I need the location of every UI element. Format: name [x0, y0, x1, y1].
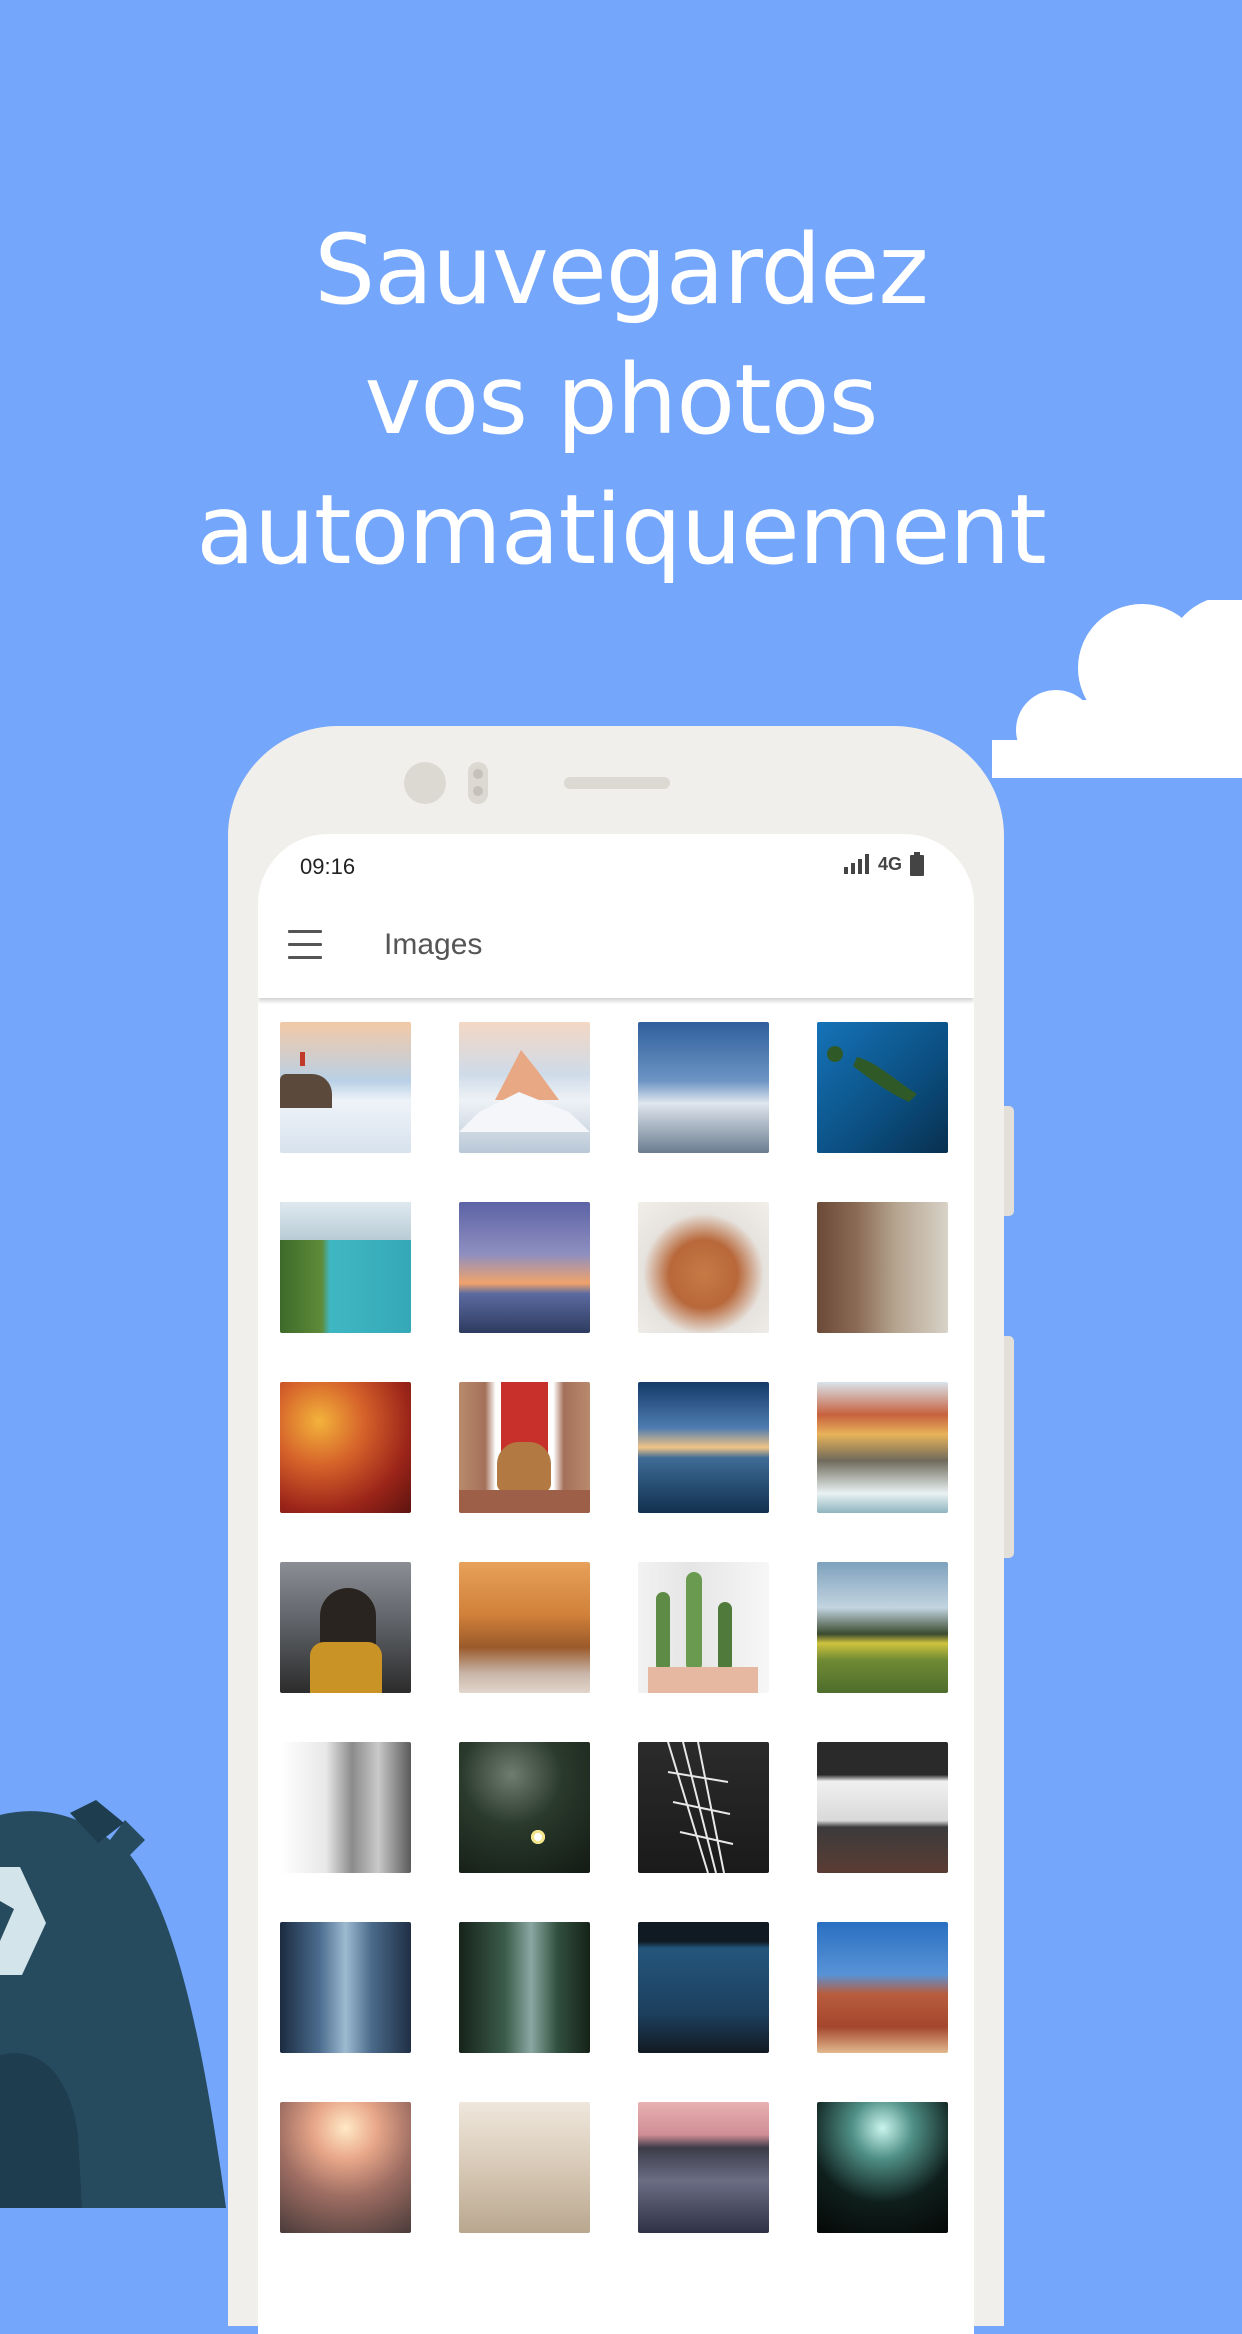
network-type: 4G [877, 853, 902, 874]
status-time: 09:16 [300, 854, 356, 879]
photo-thumbnail[interactable] [280, 1022, 411, 1153]
photo-thumbnail[interactable] [459, 1922, 590, 2053]
photo-thumbnail[interactable] [280, 1922, 411, 2053]
status-icons: 4G [843, 852, 924, 876]
photo-thumbnail[interactable] [638, 1742, 769, 1873]
photo-thumbnail[interactable] [280, 1742, 411, 1873]
photo-thumbnail[interactable] [817, 1562, 948, 1693]
front-camera [404, 762, 446, 804]
photo-thumbnail[interactable] [638, 1022, 769, 1153]
photo-thumbnail[interactable] [459, 1742, 590, 1873]
phone-mockup: 09:16 4G Images [228, 726, 1014, 2334]
battery-icon [910, 852, 924, 876]
photo-thumbnail[interactable] [459, 1562, 590, 1693]
phone-screen: 09:16 4G Images [258, 834, 974, 2334]
photo-thumbnail[interactable] [638, 1382, 769, 1513]
phone-side-button [1004, 1336, 1014, 1558]
photo-thumbnail[interactable] [459, 2102, 590, 2233]
photo-thumbnail[interactable] [280, 2102, 411, 2233]
photo-thumbnail[interactable] [459, 1202, 590, 1333]
signal-icon [843, 854, 869, 874]
earpiece-speaker [564, 777, 670, 789]
headline: Sauvegardez vos photos automatiquement [0, 205, 1242, 595]
headline-line-2: vos photos [364, 344, 879, 456]
photo-thumbnail[interactable] [459, 1022, 590, 1153]
photo-thumbnail[interactable] [817, 1382, 948, 1513]
photo-thumbnail[interactable] [280, 1562, 411, 1693]
photo-thumbnail[interactable] [817, 1022, 948, 1153]
cloud-illustration [992, 600, 1242, 778]
hamburger-menu-icon[interactable] [288, 930, 322, 960]
photo-thumbnail[interactable] [817, 1202, 948, 1333]
app-bar: Images [258, 896, 974, 998]
photo-thumbnail[interactable] [280, 1382, 411, 1513]
photo-thumbnail[interactable] [459, 1382, 590, 1513]
bear-mascot [0, 1800, 226, 2208]
proximity-sensor [468, 762, 488, 804]
photo-thumbnail[interactable] [817, 1922, 948, 2053]
photo-thumbnail[interactable] [817, 2102, 948, 2233]
phone-volume-button [1004, 1106, 1014, 1216]
photo-thumbnail[interactable] [638, 1202, 769, 1333]
photo-thumbnail[interactable] [638, 1562, 769, 1693]
photo-thumbnail[interactable] [817, 1742, 948, 1873]
app-bar-title: Images [384, 928, 483, 961]
status-bar: 09:16 4G [258, 834, 974, 896]
photo-grid [280, 1022, 960, 2233]
photo-thumbnail[interactable] [638, 1922, 769, 2053]
photo-thumbnail[interactable] [638, 2102, 769, 2233]
headline-line-1: Sauvegardez [314, 214, 928, 326]
headline-line-3: automatiquement [196, 474, 1047, 586]
photo-thumbnail[interactable] [280, 1202, 411, 1333]
